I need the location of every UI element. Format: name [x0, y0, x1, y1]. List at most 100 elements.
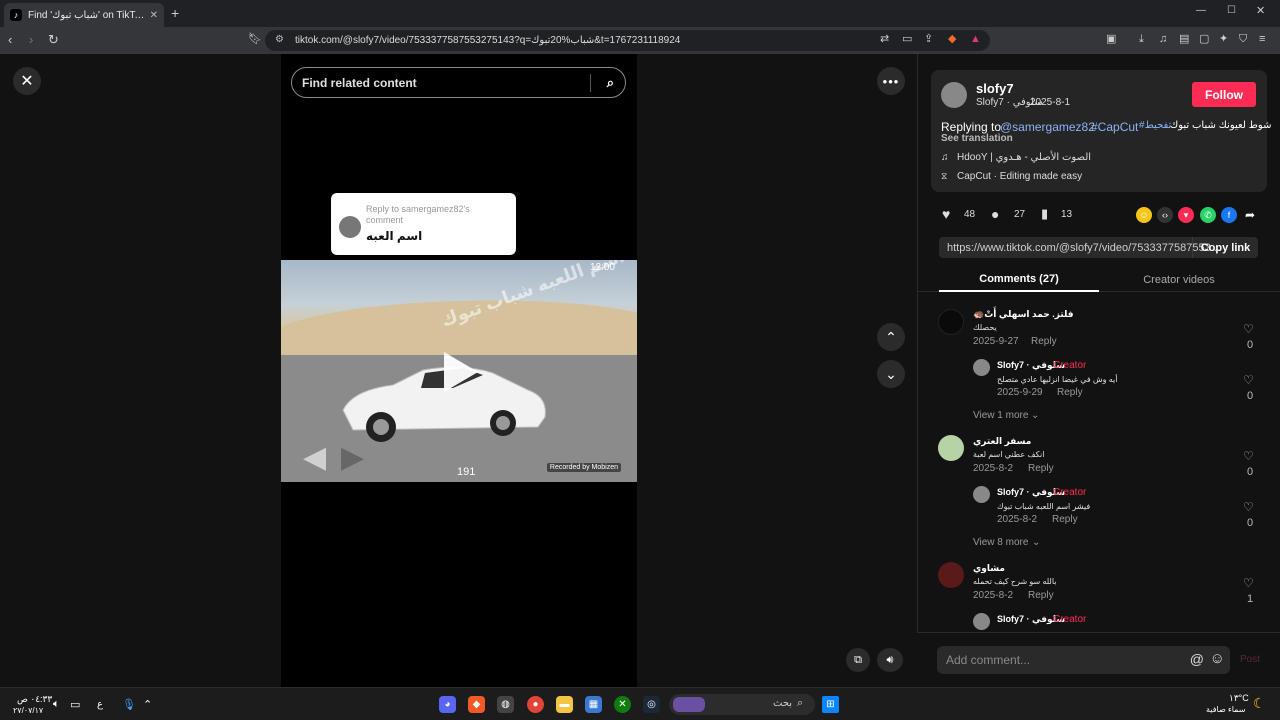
- comment-author[interactable]: مشاوي: [973, 563, 1005, 574]
- recorded-by-watermark: Recorded by Mobizen: [546, 463, 621, 472]
- sidebar-icon[interactable]: ▤: [1179, 34, 1189, 45]
- media-icon[interactable]: ♫: [1159, 34, 1167, 45]
- repost-share-icon[interactable]: ▾: [1178, 207, 1194, 223]
- related-content-search[interactable]: Find related content ⌕: [291, 67, 626, 98]
- comment-avatar[interactable]: [938, 309, 964, 335]
- search-icon[interactable]: ⌕: [607, 75, 614, 91]
- xbox-taskbar-icon[interactable]: ✕: [614, 696, 631, 713]
- view-more-replies[interactable]: View 1 more: [973, 410, 1028, 421]
- save-icon[interactable]: ▮: [1041, 206, 1048, 222]
- store-taskbar-icon[interactable]: ▦: [585, 696, 602, 713]
- file-explorer-taskbar-icon[interactable]: ▬: [556, 696, 573, 713]
- wallet-icon[interactable]: ▢: [1199, 34, 1209, 45]
- tab-creator-videos[interactable]: Creator videos: [1099, 267, 1259, 292]
- hashtag-arabic[interactable]: #تفحيط: [1139, 120, 1171, 131]
- description-mention[interactable]: @samergamez82: [1000, 120, 1095, 134]
- taskbar-search[interactable]: بحث ⌕: [669, 694, 815, 715]
- comment-author[interactable]: مسفر العتري: [973, 436, 1031, 447]
- steam-taskbar-icon[interactable]: ◎: [643, 696, 660, 713]
- volume-button[interactable]: 🔊︎: [877, 648, 903, 672]
- translate-icon[interactable]: ⇄: [880, 34, 889, 45]
- add-comment-input[interactable]: Add comment... @ ☺: [937, 646, 1230, 674]
- snapchat-share-icon[interactable]: ☺: [1136, 207, 1152, 223]
- reply-avatar[interactable]: [973, 359, 990, 376]
- floating-player-icon: ⧉: [854, 653, 862, 666]
- windows-start-icon[interactable]: ⊞: [822, 696, 839, 713]
- tab-close-icon[interactable]: ✕: [150, 10, 158, 21]
- comment-icon[interactable]: ●: [991, 206, 999, 222]
- reply-reply-button[interactable]: Reply: [1052, 514, 1078, 525]
- view-more-replies[interactable]: View 8 more: [973, 537, 1028, 548]
- author-avatar[interactable]: [941, 82, 967, 108]
- speaker-icon[interactable]: 🔈︎: [53, 698, 60, 711]
- reply-like-icon[interactable]: ♡: [1243, 500, 1254, 514]
- forward-icon[interactable]: ›: [29, 33, 33, 46]
- site-info-icon[interactable]: ⚙: [275, 34, 284, 45]
- tab-comments[interactable]: Comments (27): [939, 267, 1099, 292]
- embed-share-icon[interactable]: ‹›: [1157, 207, 1173, 223]
- comment-like-icon[interactable]: ♡: [1243, 322, 1254, 336]
- follow-button[interactable]: Follow: [1192, 82, 1256, 107]
- download-icon[interactable]: ⤓: [1139, 34, 1144, 45]
- back-icon[interactable]: ‹: [8, 33, 12, 46]
- reload-icon[interactable]: ↻: [48, 33, 59, 46]
- next-video-button[interactable]: ⌄: [877, 360, 905, 388]
- capcut-anchor[interactable]: CapCut · Editing made easy: [957, 171, 1082, 182]
- language-indicator[interactable]: ع: [97, 699, 103, 710]
- music-title[interactable]: HdooY | الصوت الأصلي - هـدوي: [957, 152, 1091, 163]
- chrome-taskbar-icon[interactable]: ●: [527, 696, 544, 713]
- emoji-icon[interactable]: ☺: [1210, 650, 1225, 667]
- discord-taskbar-icon[interactable]: ◕: [439, 696, 456, 713]
- comment-reply-button[interactable]: Reply: [1028, 590, 1054, 601]
- play-icon[interactable]: [444, 352, 478, 392]
- comment-reply-button[interactable]: Reply: [1031, 336, 1057, 347]
- microphone-icon[interactable]: 🎙︎: [122, 698, 136, 711]
- share-icon[interactable]: ⇪: [924, 34, 933, 45]
- comment-avatar[interactable]: [938, 435, 964, 461]
- bookmark-icon[interactable]: 🔖︎: [248, 34, 262, 45]
- minimize-button[interactable]: —: [1196, 6, 1206, 16]
- mention-icon[interactable]: @: [1190, 651, 1204, 667]
- brave-taskbar-icon[interactable]: ◆: [468, 696, 485, 713]
- clock-time[interactable]: ٠٤:٣٣ ص: [17, 694, 52, 705]
- network-icon[interactable]: ▭: [70, 698, 80, 711]
- comment-author[interactable]: 🦔فلتز. حمد اسهلي أَتْ: [973, 309, 1074, 320]
- more-share-icon[interactable]: ➦: [1242, 207, 1258, 223]
- menu-icon[interactable]: ≡: [1259, 34, 1265, 45]
- new-tab-button[interactable]: +: [171, 6, 179, 20]
- comment-avatar[interactable]: [938, 562, 964, 588]
- vpn-icon[interactable]: ⛉: [1239, 34, 1247, 45]
- whatsapp-share-icon[interactable]: ✆: [1200, 207, 1216, 223]
- floating-player-button[interactable]: ⧉: [846, 648, 870, 672]
- maximize-button[interactable]: ☐: [1227, 6, 1236, 16]
- clock-date[interactable]: ٢٧/٠٧/١٧: [13, 706, 43, 715]
- close-window-button[interactable]: ✕: [1256, 6, 1265, 17]
- reply-reply-button[interactable]: Reply: [1057, 387, 1083, 398]
- weather-temperature[interactable]: ١٣°C: [1229, 693, 1249, 704]
- reader-mode-icon[interactable]: ▣: [1106, 34, 1116, 45]
- reply-avatar[interactable]: [973, 613, 990, 630]
- hashtag-capcut[interactable]: #CapCut: [1091, 120, 1138, 134]
- picture-in-picture-icon[interactable]: ▭: [902, 34, 912, 45]
- weather-description[interactable]: سماء صافية: [1206, 705, 1246, 714]
- browser-tab[interactable]: ♪ Find 'شباب تبوك' on TikTok | TikTok ✕: [4, 3, 164, 27]
- more-options-button[interactable]: •••: [877, 67, 905, 95]
- brave-rewards-icon[interactable]: ▲: [970, 34, 981, 45]
- like-icon[interactable]: ♥: [942, 206, 950, 222]
- comment-like-icon[interactable]: ♡: [1243, 449, 1254, 463]
- see-translation-link[interactable]: See translation: [941, 133, 1013, 144]
- app-taskbar-icon[interactable]: ◍: [497, 696, 514, 713]
- leo-ai-icon[interactable]: ✦: [1219, 34, 1228, 45]
- comment-reply-button[interactable]: Reply: [1028, 463, 1054, 474]
- reply-avatar[interactable]: [973, 486, 990, 503]
- chevron-up-icon[interactable]: ⌃: [143, 698, 152, 711]
- previous-video-button[interactable]: ⌃: [877, 323, 905, 351]
- facebook-share-icon[interactable]: f: [1221, 207, 1237, 223]
- comment-like-icon[interactable]: ♡: [1243, 576, 1254, 590]
- post-comment-button[interactable]: Post: [1240, 654, 1260, 665]
- close-video-button[interactable]: ✕: [13, 67, 41, 95]
- reply-like-icon[interactable]: ♡: [1243, 373, 1254, 387]
- author-username[interactable]: slofy7: [976, 81, 1014, 96]
- brave-shield-icon[interactable]: ◆: [948, 34, 956, 45]
- copy-link-button[interactable]: Copy link: [1192, 237, 1258, 258]
